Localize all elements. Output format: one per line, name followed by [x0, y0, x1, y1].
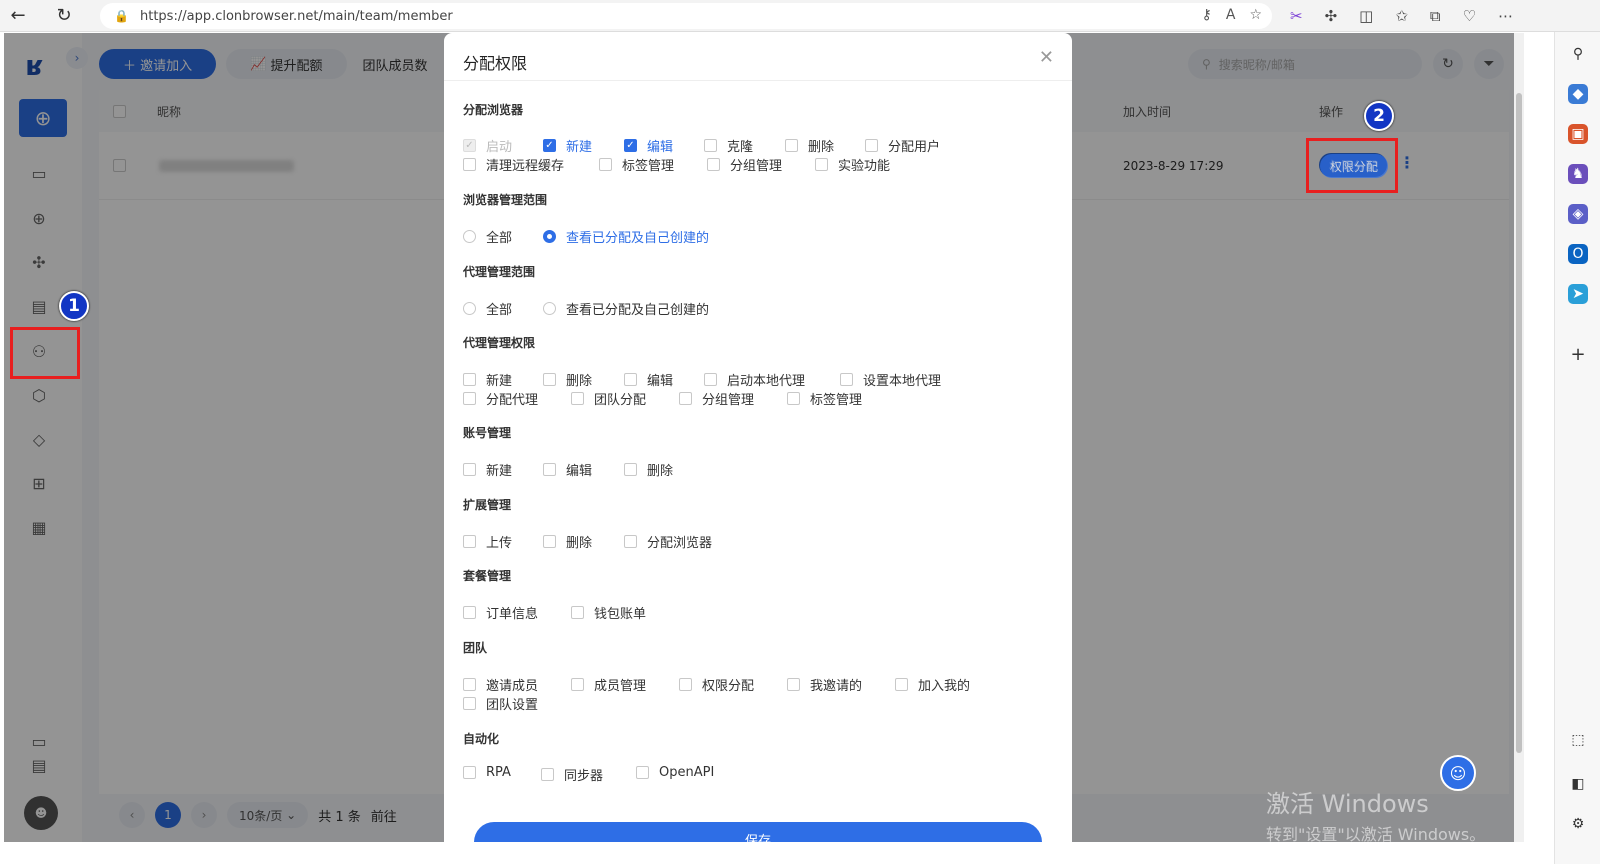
checkbox-account-delete[interactable]: 删除: [624, 460, 673, 479]
windows-watermark: 激活 Windows 转到"设置"以激活 Windows。: [1266, 790, 1486, 842]
edge-sidebar: ⚲ ◆ ▣ ♞ ◈ O ➤ + ⬚ ◧ ⚙: [1554, 32, 1600, 864]
checkbox-extension-assign-browser[interactable]: 分配浏览器: [624, 532, 712, 551]
checkbox-proxy-delete[interactable]: 删除: [543, 370, 592, 389]
checkbox-extension-delete[interactable]: 删除: [543, 532, 592, 551]
checkbox-proxy-edit[interactable]: 编辑: [624, 370, 673, 389]
checkbox-proxy-group-mgmt[interactable]: 分组管理: [679, 389, 754, 408]
checkbox-proxy-tag-mgmt[interactable]: 标签管理: [787, 389, 862, 408]
checkbox-browser-tag-mgmt[interactable]: 标签管理: [599, 155, 674, 174]
checkbox-browser-delete[interactable]: 删除: [785, 136, 834, 155]
back-arrow-icon[interactable]: ←: [0, 0, 36, 32]
outlook-icon[interactable]: O: [1568, 244, 1588, 264]
checkbox-account-edit[interactable]: 编辑: [543, 460, 592, 479]
modal-title: 分配权限: [463, 54, 528, 73]
checkbox-proxy-assign[interactable]: 分配代理: [463, 389, 538, 408]
checkbox-plan-wallet[interactable]: 钱包账单: [571, 603, 646, 622]
checkbox-account-new[interactable]: 新建: [463, 460, 512, 479]
save-button[interactable]: 保存: [474, 822, 1042, 842]
checkbox-browser-experimental[interactable]: 实验功能: [815, 155, 890, 174]
permission-modal: 分配权限 ✕ 分配浏览器 ✓ 启动 ✓ 新建 ✓ 编辑 克隆 删除 分配用户 清理远程…: [444, 33, 1072, 842]
chess-icon[interactable]: ♞: [1568, 164, 1588, 184]
checkbox-browser-clone[interactable]: 克隆: [704, 136, 753, 155]
app-window: ʁ › ⊕ ▭ ⊕ ✣ ▤ ⚇ ⬡ ◇ ⊞ ▦ ▭ ▤ ☻ ＋ 邀请加入 📈 提…: [4, 33, 1514, 842]
tag-icon[interactable]: ◆: [1568, 84, 1588, 104]
search-icon[interactable]: ⚲: [1568, 44, 1588, 64]
checkbox-proxy-new[interactable]: 新建: [463, 370, 512, 389]
radio-browser-scope-all[interactable]: 全部: [463, 227, 512, 246]
extensions-puzzle-icon[interactable]: ✣: [1325, 7, 1338, 25]
checkbox-team-settings[interactable]: 团队设置: [463, 694, 538, 713]
close-icon[interactable]: ✕: [1039, 47, 1054, 68]
checkbox-team-my-invites[interactable]: 我邀请的: [787, 675, 862, 694]
permission-button-highlight[interactable]: 权限分配: [1320, 154, 1389, 178]
key-icon[interactable]: ⚷: [1202, 7, 1212, 23]
checkbox-extension-upload[interactable]: 上传: [463, 532, 512, 551]
checkbox-browser-clear-cache[interactable]: 清理远程缓存: [463, 155, 564, 174]
step-badge-1: 1: [59, 291, 89, 321]
checkbox-proxy-set-local[interactable]: 设置本地代理: [840, 370, 941, 389]
highlight-box-sidebar: [10, 327, 80, 379]
read-aloud-icon[interactable]: A: [1226, 7, 1236, 23]
checkbox-browser-group-mgmt[interactable]: 分组管理: [707, 155, 782, 174]
checkbox-proxy-start-local[interactable]: 启动本地代理: [704, 370, 805, 389]
lock-icon: 🔒: [114, 9, 129, 23]
extension-scissors-icon[interactable]: ✂: [1290, 7, 1303, 25]
more-menu-icon[interactable]: ⋯: [1498, 7, 1513, 25]
reload-icon[interactable]: ↻: [46, 0, 82, 32]
collections-icon[interactable]: ⧉: [1430, 7, 1441, 25]
checkbox-browser-new[interactable]: ✓ 新建: [543, 136, 592, 155]
section-browser: 分配浏览器: [463, 103, 524, 117]
favorite-star-icon[interactable]: ☆: [1249, 7, 1262, 23]
browser-toolbar: ← ↻ 🔒 https://app.clonbrowser.net/main/t…: [0, 0, 1600, 32]
radio-browser-scope-own[interactable]: 查看已分配及自己创建的: [543, 227, 709, 246]
sidebar-toggle-icon[interactable]: ◧: [1568, 774, 1588, 794]
section-automation: 自动化: [463, 732, 500, 746]
radio-proxy-scope-own[interactable]: 查看已分配及自己创建的: [543, 299, 709, 318]
checkbox-team-members[interactable]: 成员管理: [571, 675, 646, 694]
checkbox-browser-launch: ✓ 启动: [463, 136, 512, 155]
checkbox-team-permission[interactable]: 权限分配: [679, 675, 754, 694]
section-account: 账号管理: [463, 426, 512, 440]
page-scrollbar[interactable]: [1514, 33, 1524, 842]
support-chat-icon[interactable]: ☺: [1440, 755, 1476, 791]
checkbox-team-invite[interactable]: 邀请成员: [463, 675, 538, 694]
section-proxy-scope: 代理管理范围: [463, 265, 536, 279]
checkbox-automation-rpa[interactable]: RPA: [463, 765, 511, 780]
step-badge-2: 2: [1364, 101, 1394, 131]
section-plan: 套餐管理: [463, 569, 512, 583]
performance-icon[interactable]: ♡: [1463, 7, 1476, 25]
office-icon[interactable]: ◈: [1568, 204, 1588, 224]
add-icon[interactable]: +: [1568, 344, 1588, 365]
favorites-icon[interactable]: ✩: [1395, 7, 1408, 25]
checkbox-proxy-team-assign[interactable]: 团队分配: [571, 389, 646, 408]
checkbox-browser-assign-user[interactable]: 分配用户: [865, 136, 940, 155]
settings-gear-icon[interactable]: ⚙: [1568, 814, 1588, 834]
address-bar[interactable]: 🔒 https://app.clonbrowser.net/main/team/…: [100, 3, 1272, 29]
section-browser-scope: 浏览器管理范围: [463, 193, 548, 207]
checkbox-plan-orders[interactable]: 订单信息: [463, 603, 538, 622]
screenshot-icon[interactable]: ⬚: [1568, 730, 1588, 750]
section-extension: 扩展管理: [463, 498, 512, 512]
section-proxy-perm: 代理管理权限: [463, 336, 536, 350]
send-icon[interactable]: ➤: [1568, 284, 1588, 304]
checkbox-team-joined-me[interactable]: 加入我的: [895, 675, 970, 694]
toolbox-icon[interactable]: ▣: [1568, 124, 1588, 144]
radio-proxy-scope-all[interactable]: 全部: [463, 299, 512, 318]
checkbox-automation-sync[interactable]: 同步器: [541, 765, 603, 784]
url-text: https://app.clonbrowser.net/main/team/me…: [140, 8, 453, 24]
section-team: 团队: [463, 641, 488, 655]
split-screen-icon[interactable]: ◫: [1359, 7, 1373, 25]
checkbox-automation-openapi[interactable]: OpenAPI: [636, 765, 714, 780]
checkbox-browser-edit[interactable]: ✓ 编辑: [624, 136, 673, 155]
